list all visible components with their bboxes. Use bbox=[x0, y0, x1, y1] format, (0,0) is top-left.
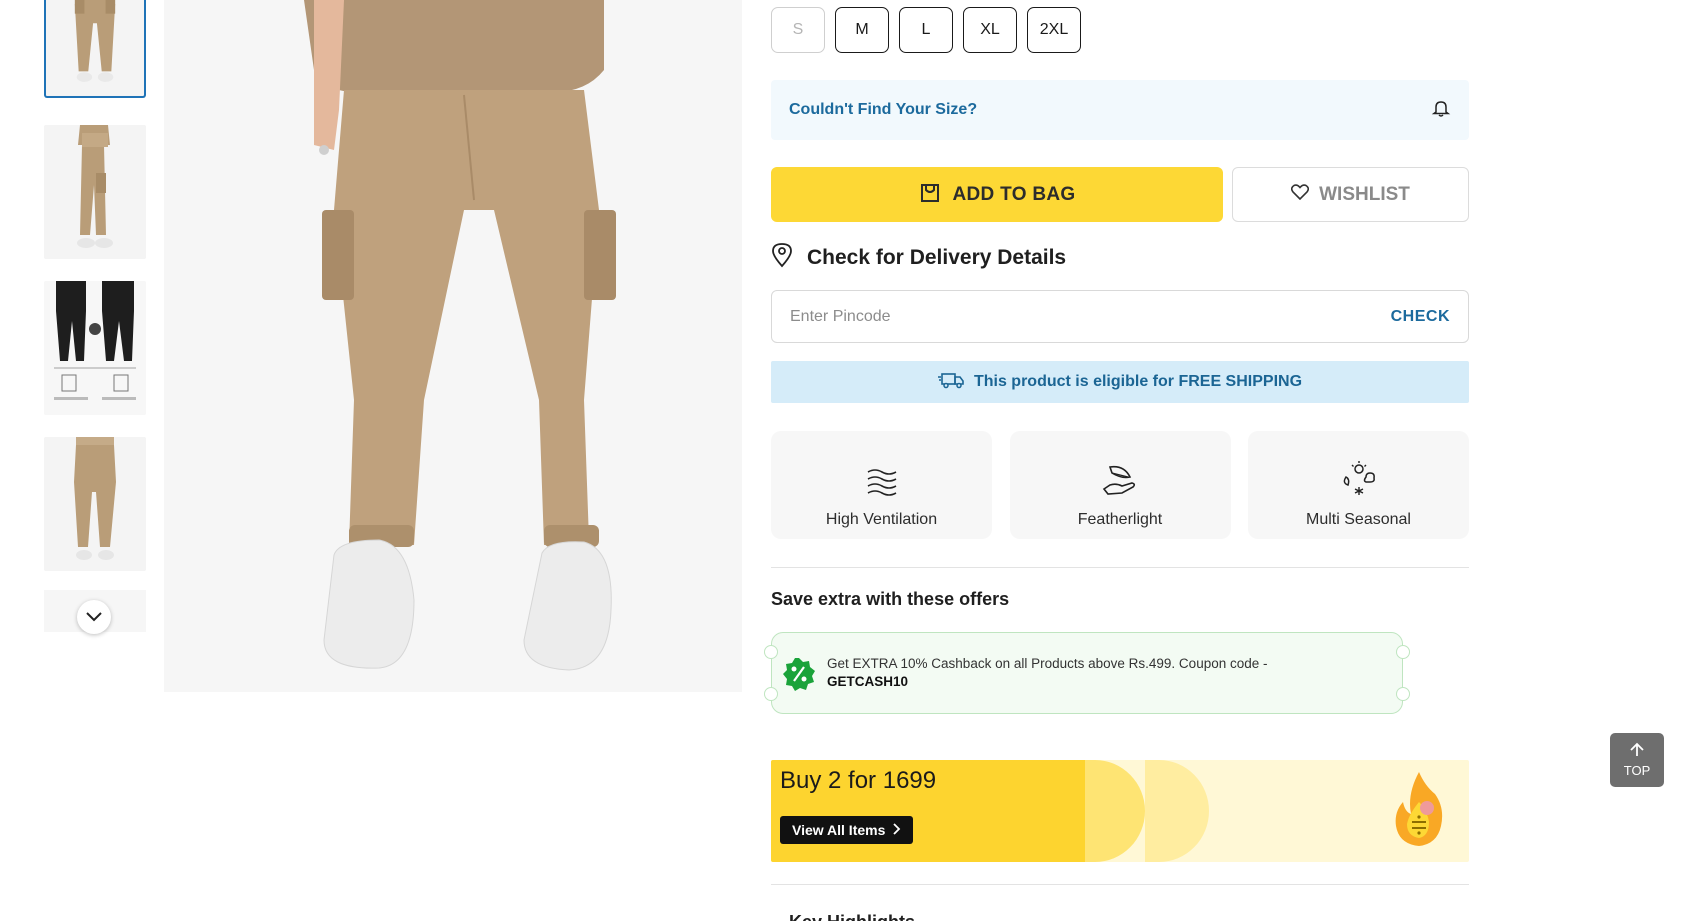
coupon-description: Get EXTRA 10% Cashback on all Products a… bbox=[827, 655, 1287, 691]
coupon-notch bbox=[1396, 645, 1410, 659]
location-pin-icon bbox=[771, 242, 793, 274]
feature-label: Featherlight bbox=[1077, 511, 1163, 528]
feature-card-seasonal: Multi Seasonal bbox=[1248, 431, 1469, 539]
thumbnail-fit-compare[interactable] bbox=[44, 281, 146, 415]
view-all-items-button[interactable]: View All Items bbox=[780, 816, 914, 844]
size-notify-text[interactable]: Couldn't Find Your Size? bbox=[789, 101, 977, 119]
heart-icon bbox=[1291, 183, 1310, 206]
product-page: S M L XL 2XL Couldn't Find Your Size? AD… bbox=[0, 0, 1705, 921]
shipping-text-highlight: FREE SHIPPING bbox=[1178, 373, 1303, 390]
add-to-bag-label: ADD TO BAG bbox=[952, 183, 1076, 205]
pincode-input[interactable] bbox=[790, 307, 1290, 326]
delivery-heading: Check for Delivery Details bbox=[771, 242, 1066, 274]
feature-cards: High Ventilation Featherlight Multi Seas… bbox=[771, 431, 1469, 539]
banner-band bbox=[1145, 760, 1209, 862]
ventilation-icon bbox=[867, 469, 896, 496]
coupon-offer-card[interactable]: Get EXTRA 10% Cashback on all Products a… bbox=[764, 632, 1410, 714]
view-all-items-label: View All Items bbox=[792, 822, 886, 838]
bell-icon[interactable] bbox=[1431, 98, 1451, 123]
coupon-notch bbox=[764, 645, 778, 659]
feature-card-ventilation: High Ventilation bbox=[771, 431, 992, 539]
delivery-title: Check for Delivery Details bbox=[807, 246, 1067, 269]
seasons-icon bbox=[1343, 461, 1375, 495]
scroll-to-top-button[interactable]: TOP bbox=[1610, 733, 1664, 787]
size-option-l[interactable]: L bbox=[899, 7, 953, 53]
bundle-offer-title: Buy 2 for 1699 bbox=[780, 767, 937, 794]
size-option-xl[interactable]: XL bbox=[963, 7, 1017, 53]
pincode-field: CHECK bbox=[771, 290, 1469, 343]
feature-label: Multi Seasonal bbox=[1306, 511, 1411, 528]
discount-percent-icon bbox=[782, 657, 816, 696]
coupon-notch bbox=[764, 687, 778, 701]
chevron-right-icon bbox=[893, 822, 901, 838]
size-option-m[interactable]: M bbox=[835, 7, 889, 53]
add-to-bag-button[interactable]: ADD TO BAG bbox=[771, 167, 1223, 222]
thumbnail-back[interactable] bbox=[44, 437, 146, 571]
feature-card-featherlight: Featherlight bbox=[1009, 431, 1231, 539]
delivery-truck-icon bbox=[937, 371, 964, 394]
flame-discount-icon bbox=[1391, 768, 1447, 857]
chevron-down-icon[interactable] bbox=[77, 600, 111, 634]
bundle-offer-banner[interactable]: Buy 2 for 1699 View All Items bbox=[771, 760, 1469, 862]
product-main-image[interactable] bbox=[164, 0, 742, 692]
thumbnail-side[interactable] bbox=[44, 125, 146, 259]
scroll-to-top-label: TOP bbox=[1623, 763, 1651, 778]
coupon-code: GETCASH10 bbox=[827, 674, 909, 689]
size-notify-banner[interactable]: Couldn't Find Your Size? bbox=[771, 80, 1469, 140]
section-divider bbox=[771, 884, 1469, 885]
wishlist-button[interactable]: WISHLIST bbox=[1232, 167, 1469, 222]
wishlist-label: WISHLIST bbox=[1319, 183, 1410, 205]
shipping-text: This product is eligible for FREE SHIPPI… bbox=[974, 373, 1302, 391]
arrow-up-icon bbox=[1629, 742, 1645, 761]
offers-heading: Save extra with these offers bbox=[771, 589, 1010, 609]
coupon-text: Get EXTRA 10% Cashback on all Products a… bbox=[827, 656, 1268, 671]
free-shipping-banner: This product is eligible for FREE SHIPPI… bbox=[771, 361, 1469, 403]
feature-label: High Ventilation bbox=[825, 511, 938, 528]
size-selector: S M L XL 2XL bbox=[771, 7, 1081, 53]
feather-hand-icon bbox=[1102, 465, 1136, 495]
coupon-notch bbox=[1396, 687, 1410, 701]
size-option-2xl[interactable]: 2XL bbox=[1027, 7, 1081, 53]
key-highlights-heading: Key Highlights bbox=[789, 912, 915, 921]
thumbnail-front[interactable] bbox=[44, 0, 146, 98]
section-divider bbox=[771, 567, 1469, 568]
shipping-text-prefix: This product is eligible for bbox=[973, 373, 1179, 390]
check-pincode-button[interactable]: CHECK bbox=[1391, 308, 1450, 326]
bag-icon bbox=[919, 181, 941, 209]
size-option-s[interactable]: S bbox=[771, 7, 825, 53]
banner-band bbox=[1085, 760, 1145, 862]
